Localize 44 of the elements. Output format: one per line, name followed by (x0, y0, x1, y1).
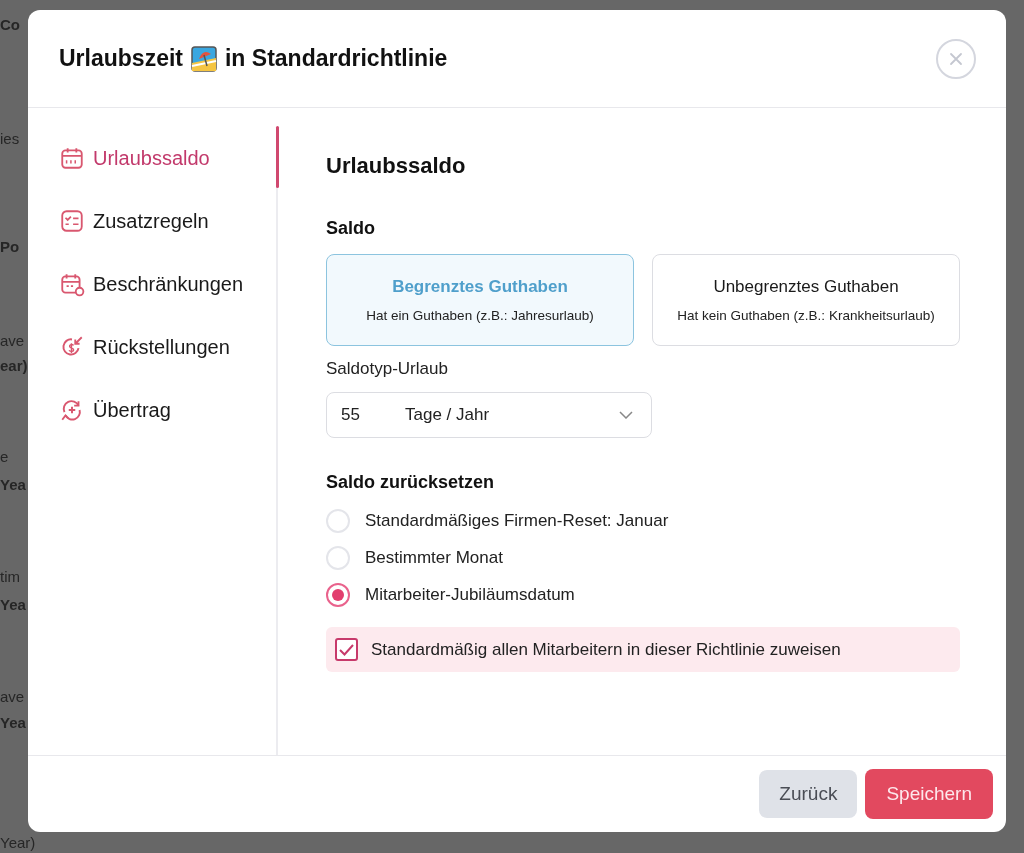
radio-label: Standardmäßiges Firmen-Reset: Januar (365, 509, 669, 532)
close-icon (949, 51, 963, 66)
checkmark-icon (339, 643, 354, 656)
section-heading: Urlaubssaldo (326, 152, 467, 180)
background-text: Co (0, 15, 20, 35)
checklist-icon (59, 207, 85, 234)
radio-label: Mitarbeiter-Jubiläumsdatum (365, 583, 575, 606)
balance-option-card[interactable]: Begrenztes Guthaben Hat ein Guthaben (z.B.: Jahresurlaub) (326, 254, 634, 346)
background-text: ies (0, 129, 20, 149)
field-label: Saldotyp-Urlaub (326, 358, 449, 380)
checkbox[interactable] (335, 638, 358, 661)
sidebar-item[interactable]: Rückstellungen (59, 315, 278, 378)
background-text: Po (0, 237, 20, 257)
chevron-down-icon (619, 411, 633, 419)
sidebar-item[interactable]: Übertrag (59, 378, 278, 441)
sidebar-item[interactable]: Zusatzregeln (59, 189, 278, 252)
sidebar-item[interactable]: Urlaubssaldo (59, 126, 279, 189)
dialog-title: in Standardrichtlinie (225, 44, 448, 74)
dialog-title: Urlaubszeit (59, 44, 183, 74)
field-label: Saldo zurücksetzen (326, 471, 496, 494)
background-text: Yea (0, 475, 26, 495)
radio-label: Bestimmter Monat (365, 546, 503, 569)
sidebar-item[interactable]: Beschränkungen (59, 252, 278, 315)
active-indicator (276, 126, 279, 188)
background-text: tim (0, 567, 20, 587)
close-button[interactable] (936, 38, 976, 79)
background-text: Year) (0, 833, 36, 853)
background-text: Yea (0, 713, 26, 733)
amount-select[interactable]: 55 Tage / Jahr (326, 392, 652, 438)
radio-button[interactable] (326, 582, 350, 607)
background-text: ave (0, 687, 25, 707)
beach-icon (191, 45, 217, 72)
background-text: ear) (0, 356, 28, 376)
option-title: Unbegrenztes Guthaben (713, 276, 899, 299)
background-text: ave (0, 331, 25, 351)
balance-option-card[interactable]: Unbegrenztes Guthaben Hat kein Guthaben (z.B.: Krankheitsurlaub) (652, 254, 960, 346)
option-description: Hat ein Guthaben (z.B.: Jahresurlaub) (366, 306, 594, 325)
option-title: Begrenztes Guthaben (392, 276, 568, 299)
back-button[interactable]: Zurück (759, 770, 858, 818)
background-text: Yea (0, 595, 26, 615)
option-description: Hat kein Guthaben (z.B.: Krankheitsurlaub) (677, 306, 935, 325)
background-text: e (0, 447, 9, 467)
checkbox-label: Standardmäßig allen Mitarbeitern in dieser Richtlinie zuweisen (371, 638, 841, 661)
field-label: Saldo (326, 217, 376, 240)
